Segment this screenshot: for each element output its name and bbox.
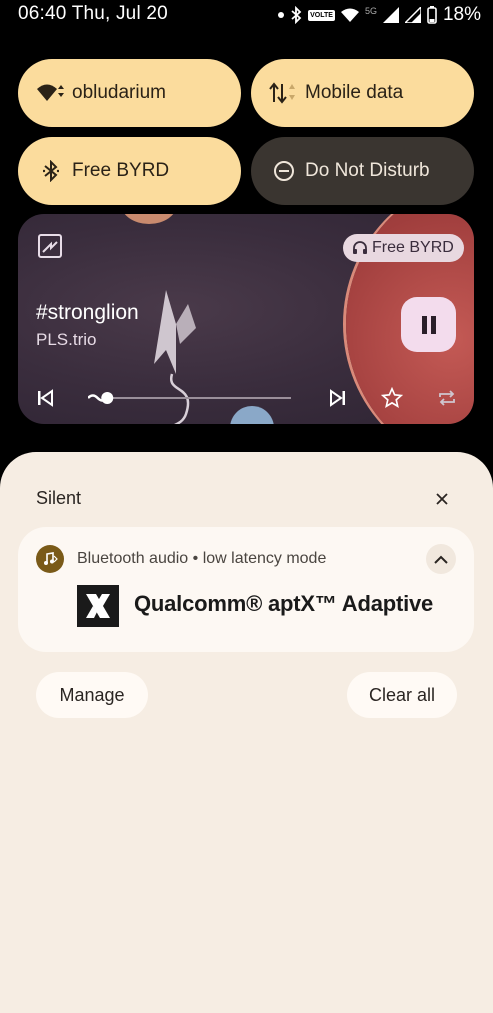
tile-dnd-label: Do Not Disturb xyxy=(305,160,430,181)
battery-percent: 18% xyxy=(442,4,481,25)
signal-icon xyxy=(382,7,399,23)
mobile-data-icon xyxy=(269,81,299,105)
tile-do-not-disturb[interactable]: Do Not Disturb xyxy=(251,137,474,205)
star-icon xyxy=(381,387,403,408)
previous-track-button[interactable] xyxy=(33,386,57,410)
aptx-x-icon xyxy=(86,594,110,618)
next-track-button[interactable] xyxy=(326,386,350,410)
album-art-blue-planet xyxy=(230,406,274,424)
repeat-button[interactable] xyxy=(435,386,459,410)
bluetooth-icon xyxy=(36,159,66,183)
notification-subtitle: low latency mode xyxy=(202,550,327,567)
tile-mobile-data[interactable]: Mobile data xyxy=(251,59,474,127)
notification-separator: • xyxy=(192,550,199,567)
network-type: 5G xyxy=(364,6,377,16)
tile-mobile-data-label: Mobile data xyxy=(305,82,404,103)
section-title-silent: Silent xyxy=(36,488,82,508)
tile-wifi-label: obludarium xyxy=(72,82,166,103)
notification-dot-icon xyxy=(278,12,285,18)
tile-wifi[interactable]: obludarium xyxy=(18,59,241,127)
status-time-date: 06:40 Thu, Jul 20 xyxy=(18,3,168,25)
wifi-status-icon xyxy=(340,8,359,22)
aptx-brand-text: Qualcomm® aptX™ Adaptive xyxy=(134,591,434,616)
notification-header: Bluetooth audio • low latency mode xyxy=(77,550,326,568)
status-icons: VOLTE 5G 18% xyxy=(278,4,481,26)
music-note-icon xyxy=(44,552,58,565)
media-player[interactable]: Free BYRD #stronglion PLS.trio xyxy=(18,214,474,424)
tile-bluetooth[interactable]: Free BYRD xyxy=(18,137,241,205)
close-icon xyxy=(436,493,448,505)
dnd-icon xyxy=(269,159,299,183)
skip-next-icon xyxy=(330,389,345,407)
song-title: #stronglion xyxy=(36,301,139,324)
signal-icon-2 xyxy=(404,7,421,23)
album-art-planet xyxy=(121,214,177,224)
pause-icon xyxy=(421,315,436,334)
volte-badge: VOLTE xyxy=(308,9,335,21)
media-app-icon xyxy=(38,234,62,258)
bluetooth-audio-app-icon xyxy=(36,545,64,573)
song-artist: PLS.trio xyxy=(36,330,97,349)
status-date: Thu, Jul 20 xyxy=(71,3,168,24)
seek-bar[interactable] xyxy=(88,390,293,406)
output-device-chip[interactable]: Free BYRD xyxy=(343,234,464,262)
headphones-icon xyxy=(353,241,367,254)
pause-button[interactable] xyxy=(401,297,456,352)
repeat-icon xyxy=(439,390,455,406)
wifi-icon xyxy=(36,81,66,105)
dismiss-section-button[interactable] xyxy=(430,487,454,511)
notification-card[interactable]: Bluetooth audio • low latency mode Qualc… xyxy=(18,527,474,652)
status-time: 06:40 xyxy=(18,3,67,24)
notification-shade: Silent Bluetooth audio • low latency mod… xyxy=(0,452,493,1013)
collapse-button[interactable] xyxy=(426,544,456,574)
bluetooth-status-icon xyxy=(291,6,302,24)
skip-previous-icon xyxy=(38,389,53,407)
aptx-logo xyxy=(77,585,119,627)
chevron-up-icon xyxy=(434,555,448,564)
manage-button[interactable]: Manage xyxy=(36,672,148,718)
favorite-button[interactable] xyxy=(380,386,404,410)
clear-all-button[interactable]: Clear all xyxy=(347,672,457,718)
notification-app-name: Bluetooth audio xyxy=(77,550,189,567)
battery-icon xyxy=(427,6,437,24)
status-bar: 06:40 Thu, Jul 20 VOLTE 5G 18% xyxy=(0,0,493,30)
tile-bluetooth-label: Free BYRD xyxy=(72,160,170,181)
seek-thumb[interactable] xyxy=(101,392,114,404)
output-device-label: Free BYRD xyxy=(372,239,454,256)
